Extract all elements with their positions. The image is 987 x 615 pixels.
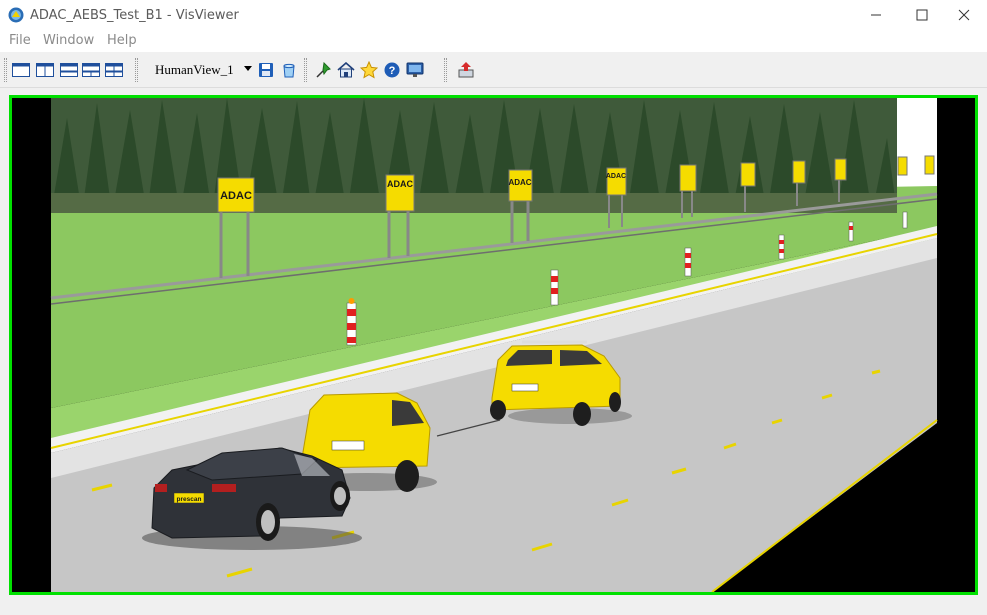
toolbar-grip-4[interactable] — [444, 58, 447, 82]
svg-text:?: ? — [389, 65, 396, 77]
view-select-value: HumanView_1 — [155, 62, 234, 77]
clear-view-button[interactable] — [279, 60, 299, 80]
help-button[interactable]: ? — [382, 60, 402, 80]
layout-split-horizontal-button[interactable] — [59, 60, 79, 80]
pin-icon — [316, 62, 331, 78]
clear-icon — [283, 63, 295, 78]
save-icon — [259, 63, 273, 77]
layout-three-pane-icon — [82, 63, 100, 77]
title-bar: ADAC_AEBS_Test_B1 - VisViewer — [0, 0, 987, 30]
billboard-text: ADAC — [606, 173, 626, 180]
layout-three-pane-button[interactable] — [81, 60, 101, 80]
layout-single-icon — [12, 63, 30, 77]
maximize-icon — [916, 9, 928, 21]
toolbar-grip-3[interactable] — [304, 58, 307, 82]
plate-text: prescan — [177, 496, 202, 503]
viewport-frame: ADAC ADAC ADAC ADAC prescan — [9, 95, 978, 595]
visviewer-window: ADAC_AEBS_Test_B1 - VisViewer File Windo… — [0, 0, 987, 615]
layout-single-button[interactable] — [11, 60, 31, 80]
billboard-text: ADAC — [387, 179, 413, 189]
save-view-button[interactable] — [256, 60, 276, 80]
menu-window[interactable]: Window — [43, 33, 94, 48]
layout-quad-icon — [105, 63, 123, 77]
menu-file[interactable]: File — [9, 33, 31, 48]
layout-quad-button[interactable] — [104, 60, 124, 80]
close-button[interactable] — [941, 0, 987, 30]
display-button[interactable] — [405, 60, 425, 80]
layout-split-vertical-button[interactable] — [35, 60, 55, 80]
menu-bar: File Window Help — [0, 30, 987, 52]
favorite-button[interactable] — [359, 60, 379, 80]
window-title: ADAC_AEBS_Test_B1 - VisViewer — [30, 8, 239, 23]
display-icon — [406, 62, 424, 77]
home-view-button[interactable] — [336, 60, 356, 80]
app-logo-icon — [8, 7, 24, 23]
billboard-text: ADAC — [508, 178, 531, 187]
export-icon — [458, 62, 474, 78]
billboard-text: ADAC — [220, 190, 252, 202]
export-button[interactable] — [456, 60, 476, 80]
help-icon: ? — [384, 62, 400, 78]
layout-split-horizontal-icon — [60, 63, 78, 77]
layout-split-vertical-icon — [36, 63, 54, 77]
pin-button[interactable] — [313, 60, 333, 80]
toolbar: HumanView_1 ? — [0, 52, 987, 122]
minimize-icon — [871, 14, 881, 16]
scene-render: ADAC ADAC ADAC ADAC prescan — [12, 98, 975, 592]
minimize-button[interactable] — [853, 0, 899, 30]
maximize-button[interactable] — [899, 0, 945, 30]
menu-help[interactable]: Help — [107, 33, 137, 48]
scene-viewport[interactable]: ADAC ADAC ADAC ADAC prescan — [12, 98, 975, 592]
chevron-down-icon — [244, 66, 252, 71]
close-icon — [958, 9, 970, 21]
tree-line — [51, 98, 897, 213]
toolbar-grip-2[interactable] — [135, 58, 138, 82]
view-select[interactable]: HumanView_1 — [148, 60, 254, 80]
toolbar-grip[interactable] — [4, 58, 7, 82]
home-view-icon — [337, 62, 355, 78]
favorite-star-icon — [360, 61, 378, 79]
